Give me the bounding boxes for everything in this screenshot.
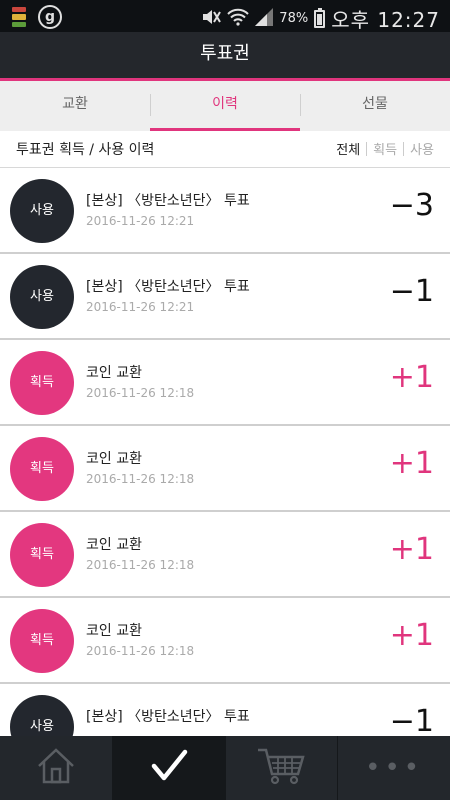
nav-vote[interactable] bbox=[112, 736, 226, 800]
history-row[interactable]: 획득 코인 교환 2016-11-26 12:18 +1 bbox=[0, 426, 450, 512]
clock: 오후 12:27 bbox=[331, 8, 440, 32]
use-badge: 사용 bbox=[10, 265, 74, 329]
g-app-icon: g bbox=[38, 5, 62, 29]
filter-used[interactable]: 사용 bbox=[404, 139, 440, 158]
row-amount: +1 bbox=[389, 446, 434, 481]
row-title: 코인 교환 bbox=[86, 451, 142, 467]
nav-more[interactable]: ••• bbox=[338, 736, 450, 800]
filter-all[interactable]: 전체 bbox=[330, 139, 366, 158]
row-title: [본상] 〈방탄소년단〉 투표 bbox=[86, 279, 250, 295]
app-bar: 투표권 bbox=[0, 32, 450, 78]
row-amount: +1 bbox=[389, 618, 434, 653]
row-amount: −1 bbox=[389, 274, 434, 309]
acquire-badge: 획득 bbox=[10, 437, 74, 501]
row-amount: −3 bbox=[389, 188, 434, 223]
more-icon: ••• bbox=[365, 753, 424, 783]
tab-gift[interactable]: 선물 bbox=[300, 81, 450, 131]
bottom-nav: ••• bbox=[0, 736, 450, 800]
history-row[interactable]: 획득 코인 교환 2016-11-26 12:18 +1 bbox=[0, 340, 450, 426]
history-row[interactable]: 획득 코인 교환 2016-11-26 12:18 +1 bbox=[0, 598, 450, 684]
row-amount: +1 bbox=[389, 532, 434, 567]
history-row[interactable]: 사용 [본상] 〈방탄소년단〉 투표 2016-11-26 12:21 −1 bbox=[0, 254, 450, 340]
wifi-icon bbox=[227, 8, 250, 30]
row-timestamp: 2016-11-26 12:18 bbox=[86, 472, 195, 486]
acquire-badge: 획득 bbox=[10, 351, 74, 415]
row-amount: +1 bbox=[389, 360, 434, 395]
history-filters: 전체 획득 사용 bbox=[330, 139, 440, 158]
tab-bar: 교환 이력 선물 bbox=[0, 81, 450, 131]
row-timestamp: 2016-11-26 12:21 bbox=[86, 214, 195, 228]
status-bar: g 78% 오후 12:27 bbox=[0, 0, 450, 32]
home-icon bbox=[36, 747, 76, 789]
filter-acquired[interactable]: 획득 bbox=[367, 139, 403, 158]
signal-icon bbox=[255, 7, 274, 30]
mute-icon bbox=[201, 8, 222, 30]
row-timestamp: 2016-11-26 12:18 bbox=[86, 386, 195, 400]
battery-percent: 78% bbox=[279, 11, 309, 26]
acquire-badge: 획득 bbox=[10, 523, 74, 587]
row-title: 코인 교환 bbox=[86, 537, 142, 553]
acquire-badge: 획득 bbox=[10, 609, 74, 673]
check-icon bbox=[149, 748, 189, 788]
history-row[interactable]: 사용 [본상] 〈방탄소년단〉 투표 2016-11-26 12:21 −3 bbox=[0, 168, 450, 254]
page-title: 투표권 bbox=[200, 43, 250, 64]
history-title: 투표권 획득 / 사용 이력 bbox=[16, 142, 155, 158]
history-list: 사용 [본상] 〈방탄소년단〉 투표 2016-11-26 12:21 −3 사… bbox=[0, 168, 450, 770]
tab-history[interactable]: 이력 bbox=[150, 81, 300, 131]
row-timestamp: 2016-11-26 12:18 bbox=[86, 644, 195, 658]
use-badge: 사용 bbox=[10, 179, 74, 243]
cart-icon bbox=[256, 746, 306, 790]
row-title: [본상] 〈방탄소년단〉 투표 bbox=[86, 709, 250, 725]
row-timestamp: 2016-11-26 12:18 bbox=[86, 558, 195, 572]
app-notification-icon bbox=[12, 7, 26, 27]
nav-shop[interactable] bbox=[226, 736, 339, 800]
history-header: 투표권 획득 / 사용 이력 전체 획득 사용 bbox=[0, 131, 450, 168]
row-title: 코인 교환 bbox=[86, 365, 142, 381]
history-row[interactable]: 획득 코인 교환 2016-11-26 12:18 +1 bbox=[0, 512, 450, 598]
row-timestamp: 2016-11-26 12:21 bbox=[86, 300, 195, 314]
battery-icon bbox=[314, 7, 326, 28]
row-title: [본상] 〈방탄소년단〉 투표 bbox=[86, 193, 250, 209]
nav-home[interactable] bbox=[0, 736, 113, 800]
tab-exchange[interactable]: 교환 bbox=[0, 81, 150, 131]
row-title: 코인 교환 bbox=[86, 623, 142, 639]
